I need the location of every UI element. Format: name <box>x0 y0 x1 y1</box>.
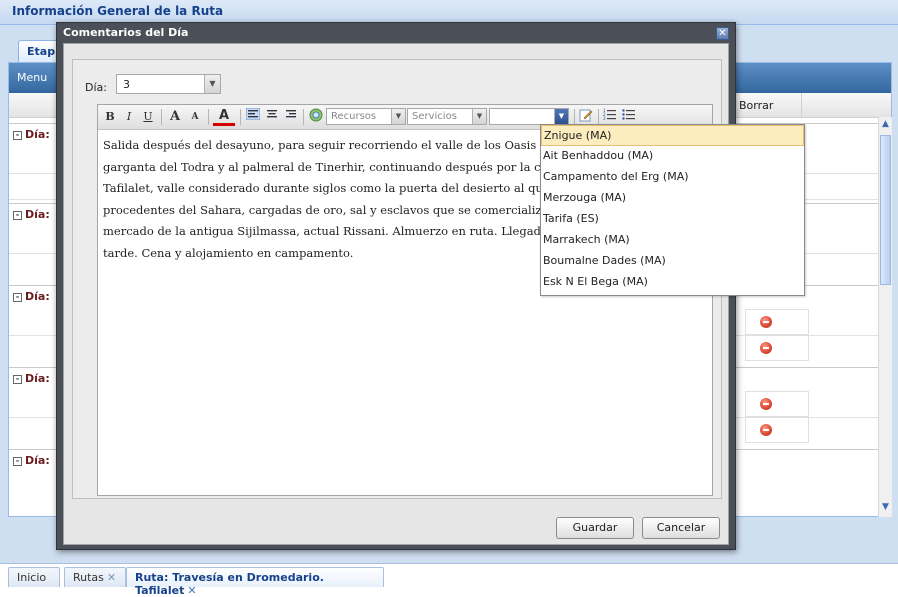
cancel-button[interactable]: Cancelar <box>642 517 720 539</box>
close-tab-icon[interactable]: ✕ <box>187 584 196 597</box>
collapse-icon[interactable]: - <box>13 131 22 140</box>
font-color-button[interactable]: A <box>213 108 235 126</box>
dropdown-option[interactable]: Merzouga (MA) <box>541 188 804 209</box>
grid-scrollbar[interactable]: ▲ ▼ <box>878 117 892 517</box>
day-group-label: - Día: <box>13 208 50 221</box>
locations-select[interactable]: ▼ <box>489 108 569 125</box>
background-title: Información General de la Ruta <box>12 4 224 18</box>
locations-dropdown-list: Znigue (MA) Ait Benhaddou (MA) Campament… <box>540 124 805 296</box>
save-button[interactable]: Guardar <box>556 517 634 539</box>
tab-inicio[interactable]: Inicio <box>8 567 60 587</box>
tab-ruta-actual[interactable]: Ruta: Travesía en Dromedario. Tafilalet ✕ <box>126 567 384 597</box>
collapse-icon[interactable]: - <box>13 375 22 384</box>
day-group-label: - Día: <box>13 454 50 467</box>
delete-cell <box>745 309 809 335</box>
italic-button[interactable]: I <box>122 108 136 126</box>
toolbar-separator <box>161 109 162 125</box>
dropdown-option[interactable]: Boumalne Dades (MA) <box>541 251 804 272</box>
delete-cell <box>745 335 809 361</box>
tab-rutas[interactable]: Rutas ✕ <box>64 567 126 587</box>
day-group-label: - Día: <box>13 290 50 303</box>
scroll-up-icon[interactable]: ▲ <box>880 119 891 132</box>
menu-button[interactable]: Menu <box>17 71 47 84</box>
column-divider <box>801 93 802 117</box>
day-group-label: - Día: <box>13 372 50 385</box>
delete-icon[interactable] <box>760 342 772 354</box>
align-center-icon[interactable] <box>264 108 280 126</box>
dropdown-option[interactable]: Esk N El Bega (MA) <box>541 272 804 293</box>
servicios-select[interactable]: Servicios ▼ <box>407 108 487 125</box>
column-header-borrar[interactable]: Borrar <box>739 99 773 112</box>
dropdown-option[interactable]: Tarifa (ES) <box>541 209 804 230</box>
dropdown-option[interactable]: Ait Benhaddou (MA) <box>541 146 804 167</box>
align-left-icon[interactable] <box>245 107 261 126</box>
chevron-down-icon[interactable]: ▼ <box>204 75 220 93</box>
toolbar-separator <box>598 109 599 125</box>
link-icon[interactable] <box>308 108 324 126</box>
dropdown-option[interactable]: Znigue (MA) <box>541 125 804 146</box>
toolbar-separator <box>574 109 575 125</box>
delete-cell <box>745 417 809 443</box>
svg-text:3: 3 <box>603 116 606 120</box>
toolbar-separator <box>208 109 209 125</box>
scroll-thumb[interactable] <box>880 135 891 285</box>
collapse-icon[interactable]: - <box>13 293 22 302</box>
delete-icon[interactable] <box>760 398 772 410</box>
chevron-down-icon[interactable]: ▼ <box>472 109 486 124</box>
toolbar-separator <box>303 109 304 125</box>
shrink-font-button[interactable]: A <box>187 108 203 126</box>
align-right-icon[interactable] <box>283 108 299 126</box>
collapse-icon[interactable]: - <box>13 211 22 220</box>
dropdown-option[interactable]: Marrakech (MA) <box>541 230 804 251</box>
toolbar-separator <box>240 109 241 125</box>
dia-value: 3 <box>123 78 130 91</box>
collapse-icon[interactable]: - <box>13 457 22 466</box>
chevron-down-icon[interactable]: ▼ <box>391 109 405 124</box>
bold-button[interactable]: B <box>103 108 117 126</box>
close-tab-icon[interactable]: ✕ <box>107 571 116 584</box>
day-group-label: - Día: <box>13 128 50 141</box>
grow-font-button[interactable]: A <box>166 108 184 126</box>
delete-icon[interactable] <box>760 424 772 436</box>
dialog-title: Comentarios del Día <box>63 26 189 39</box>
dropdown-option[interactable]: Campamento del Erg (MA) <box>541 167 804 188</box>
dia-label: Día: <box>85 81 107 94</box>
delete-cell <box>745 391 809 417</box>
scroll-down-icon[interactable]: ▼ <box>880 502 891 515</box>
dia-select[interactable]: 3 ▼ <box>116 74 221 94</box>
close-icon[interactable]: ✕ <box>716 27 729 40</box>
bottom-tabbar: Inicio Rutas ✕ Ruta: Travesía en Dromedar… <box>0 563 898 597</box>
chevron-down-icon[interactable]: ▼ <box>554 109 568 124</box>
delete-icon[interactable] <box>760 316 772 328</box>
underline-button[interactable]: U <box>141 108 155 126</box>
recursos-select[interactable]: Recursos ▼ <box>326 108 406 125</box>
